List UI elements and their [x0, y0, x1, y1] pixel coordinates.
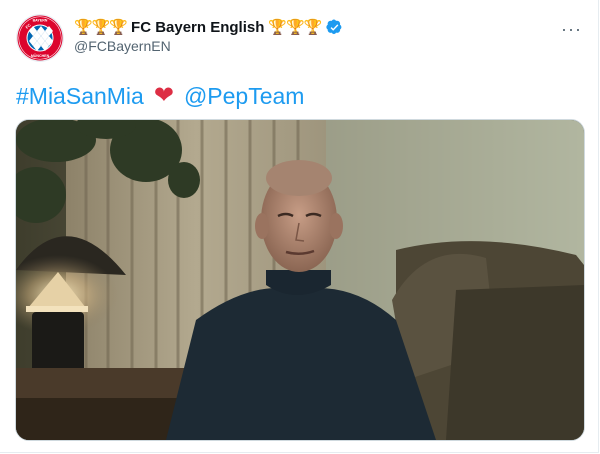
display-name[interactable]: FC Bayern English: [131, 19, 264, 36]
fc-bayern-logo: FC BAYERN MÜNCHEN: [17, 15, 63, 61]
tweet-text: #MiaSanMia ❤ @PepTeam: [16, 82, 304, 110]
logo-munchen-text: MÜNCHEN: [31, 53, 50, 58]
trophy-icon: 🏆🏆🏆: [268, 18, 322, 36]
more-options-icon[interactable]: ···: [561, 20, 582, 38]
heart-emoji-icon: ❤: [153, 82, 174, 109]
avatar[interactable]: FC BAYERN MÜNCHEN: [16, 14, 64, 62]
video-frame: [16, 120, 584, 440]
hashtag-link[interactable]: #MiaSanMia: [16, 82, 144, 110]
trophy-icon: 🏆🏆🏆: [74, 18, 128, 36]
verified-badge-icon: [326, 18, 343, 36]
logo-bayern-text: BAYERN: [33, 19, 48, 23]
author-name-row[interactable]: 🏆🏆🏆 FC Bayern English 🏆🏆🏆: [74, 16, 343, 38]
author-handle[interactable]: @FCBayernEN: [74, 38, 171, 54]
mention-link[interactable]: @PepTeam: [184, 82, 305, 110]
tweet-media-video[interactable]: [15, 119, 585, 441]
